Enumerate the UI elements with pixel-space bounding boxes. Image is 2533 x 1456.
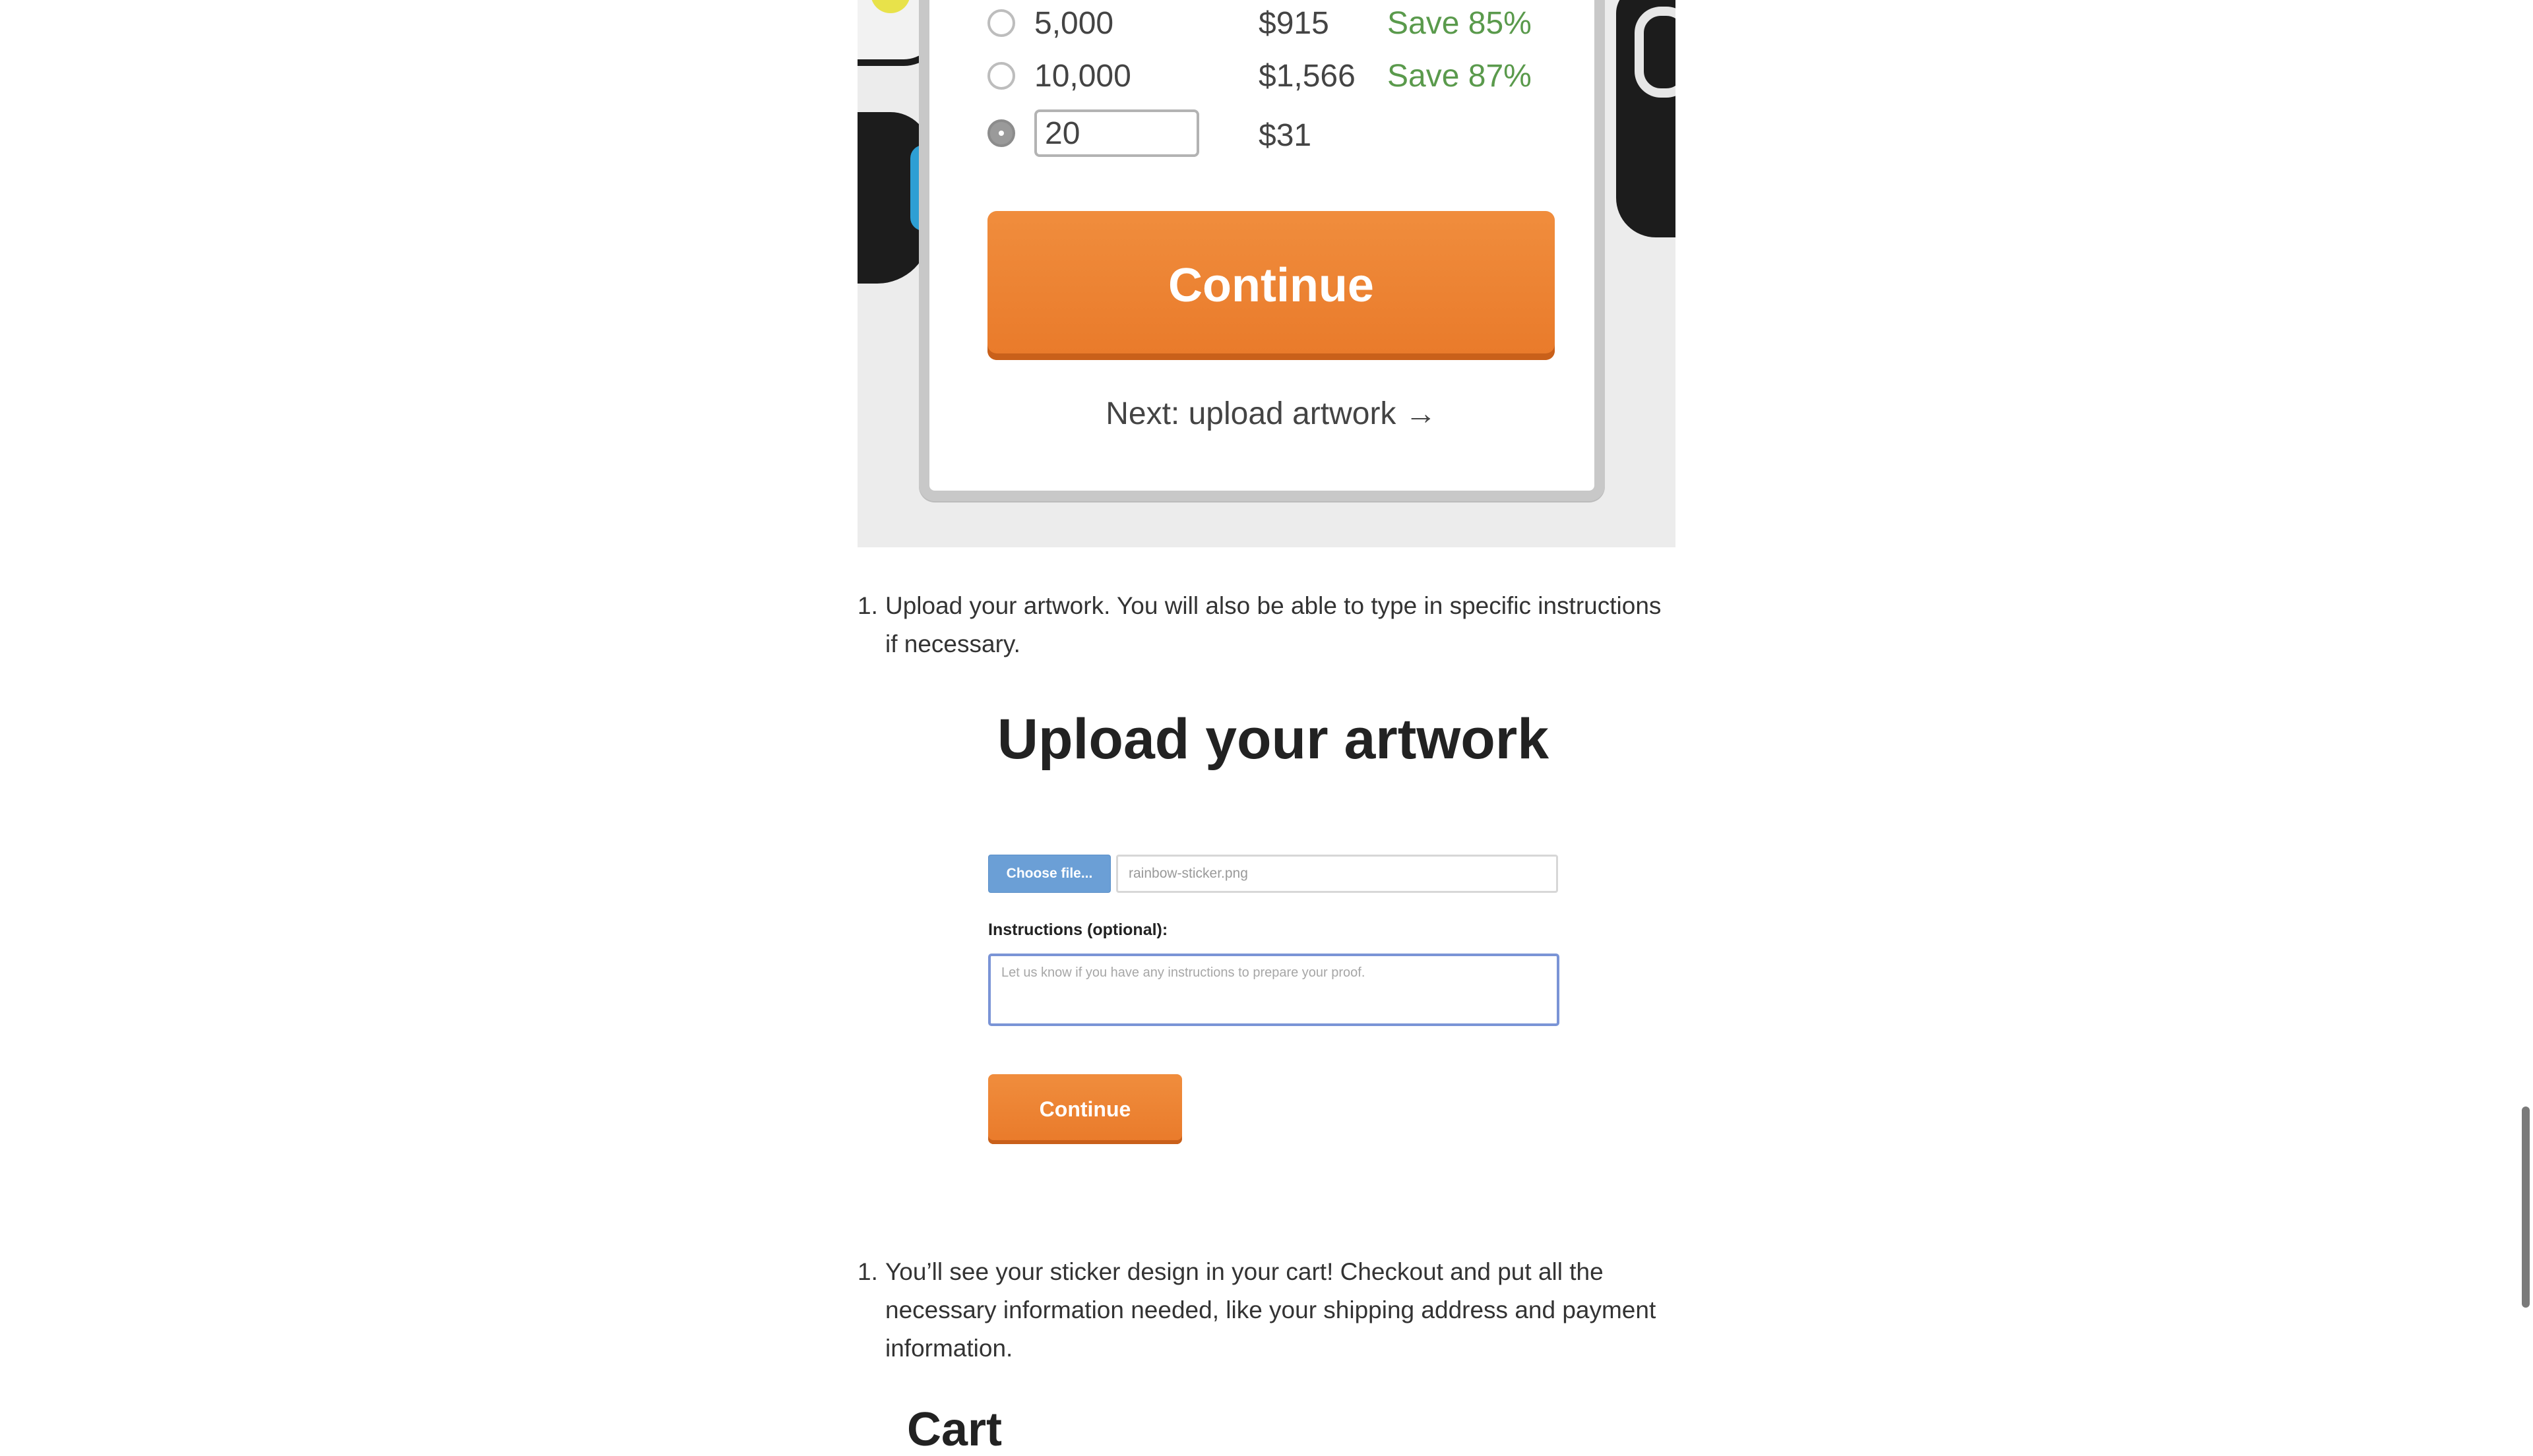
list-number: 1. <box>858 592 878 619</box>
quantity-label: 10,000 <box>1034 59 1131 94</box>
price-label: $31 <box>1259 118 1312 153</box>
savings-label: Save 85% <box>1387 6 1532 41</box>
upload-continue-button[interactable]: Continue <box>988 1074 1182 1144</box>
continue-button[interactable]: Continue <box>987 211 1555 360</box>
scrollbar-thumb[interactable] <box>2522 1107 2530 1308</box>
upload-title: Upload your artwork <box>997 708 1549 771</box>
custom-quantity-input[interactable] <box>1034 109 1199 157</box>
price-label: $1,566 <box>1259 59 1356 94</box>
file-name-field[interactable] <box>1116 855 1558 893</box>
quantity-radio-custom[interactable] <box>987 119 1015 147</box>
step-text: You’ll see your sticker design in your c… <box>885 1258 1656 1362</box>
choose-file-button[interactable]: Choose file... <box>988 855 1111 893</box>
list-item: 1. You’ll see your sticker design in you… <box>858 1253 1675 1368</box>
quantity-radio-5000[interactable] <box>987 9 1015 37</box>
step-text: Upload your artwork. You will also be ab… <box>885 592 1662 657</box>
quantity-radio-10000[interactable] <box>987 62 1015 90</box>
price-label: $915 <box>1259 6 1329 41</box>
instructions-textarea[interactable] <box>988 954 1559 1026</box>
savings-label: Save 87% <box>1387 59 1532 94</box>
quantity-label: 5,000 <box>1034 6 1114 41</box>
list-item: 1. Upload your artwork. You will also be… <box>858 587 1675 663</box>
cart-heading: Cart <box>907 1403 1003 1456</box>
next-step-link[interactable]: Next: upload artwork → <box>987 396 1555 432</box>
list-number: 1. <box>858 1258 878 1285</box>
instructions-label: Instructions (optional): <box>988 921 1168 939</box>
sticker-decoration <box>1635 7 1675 98</box>
